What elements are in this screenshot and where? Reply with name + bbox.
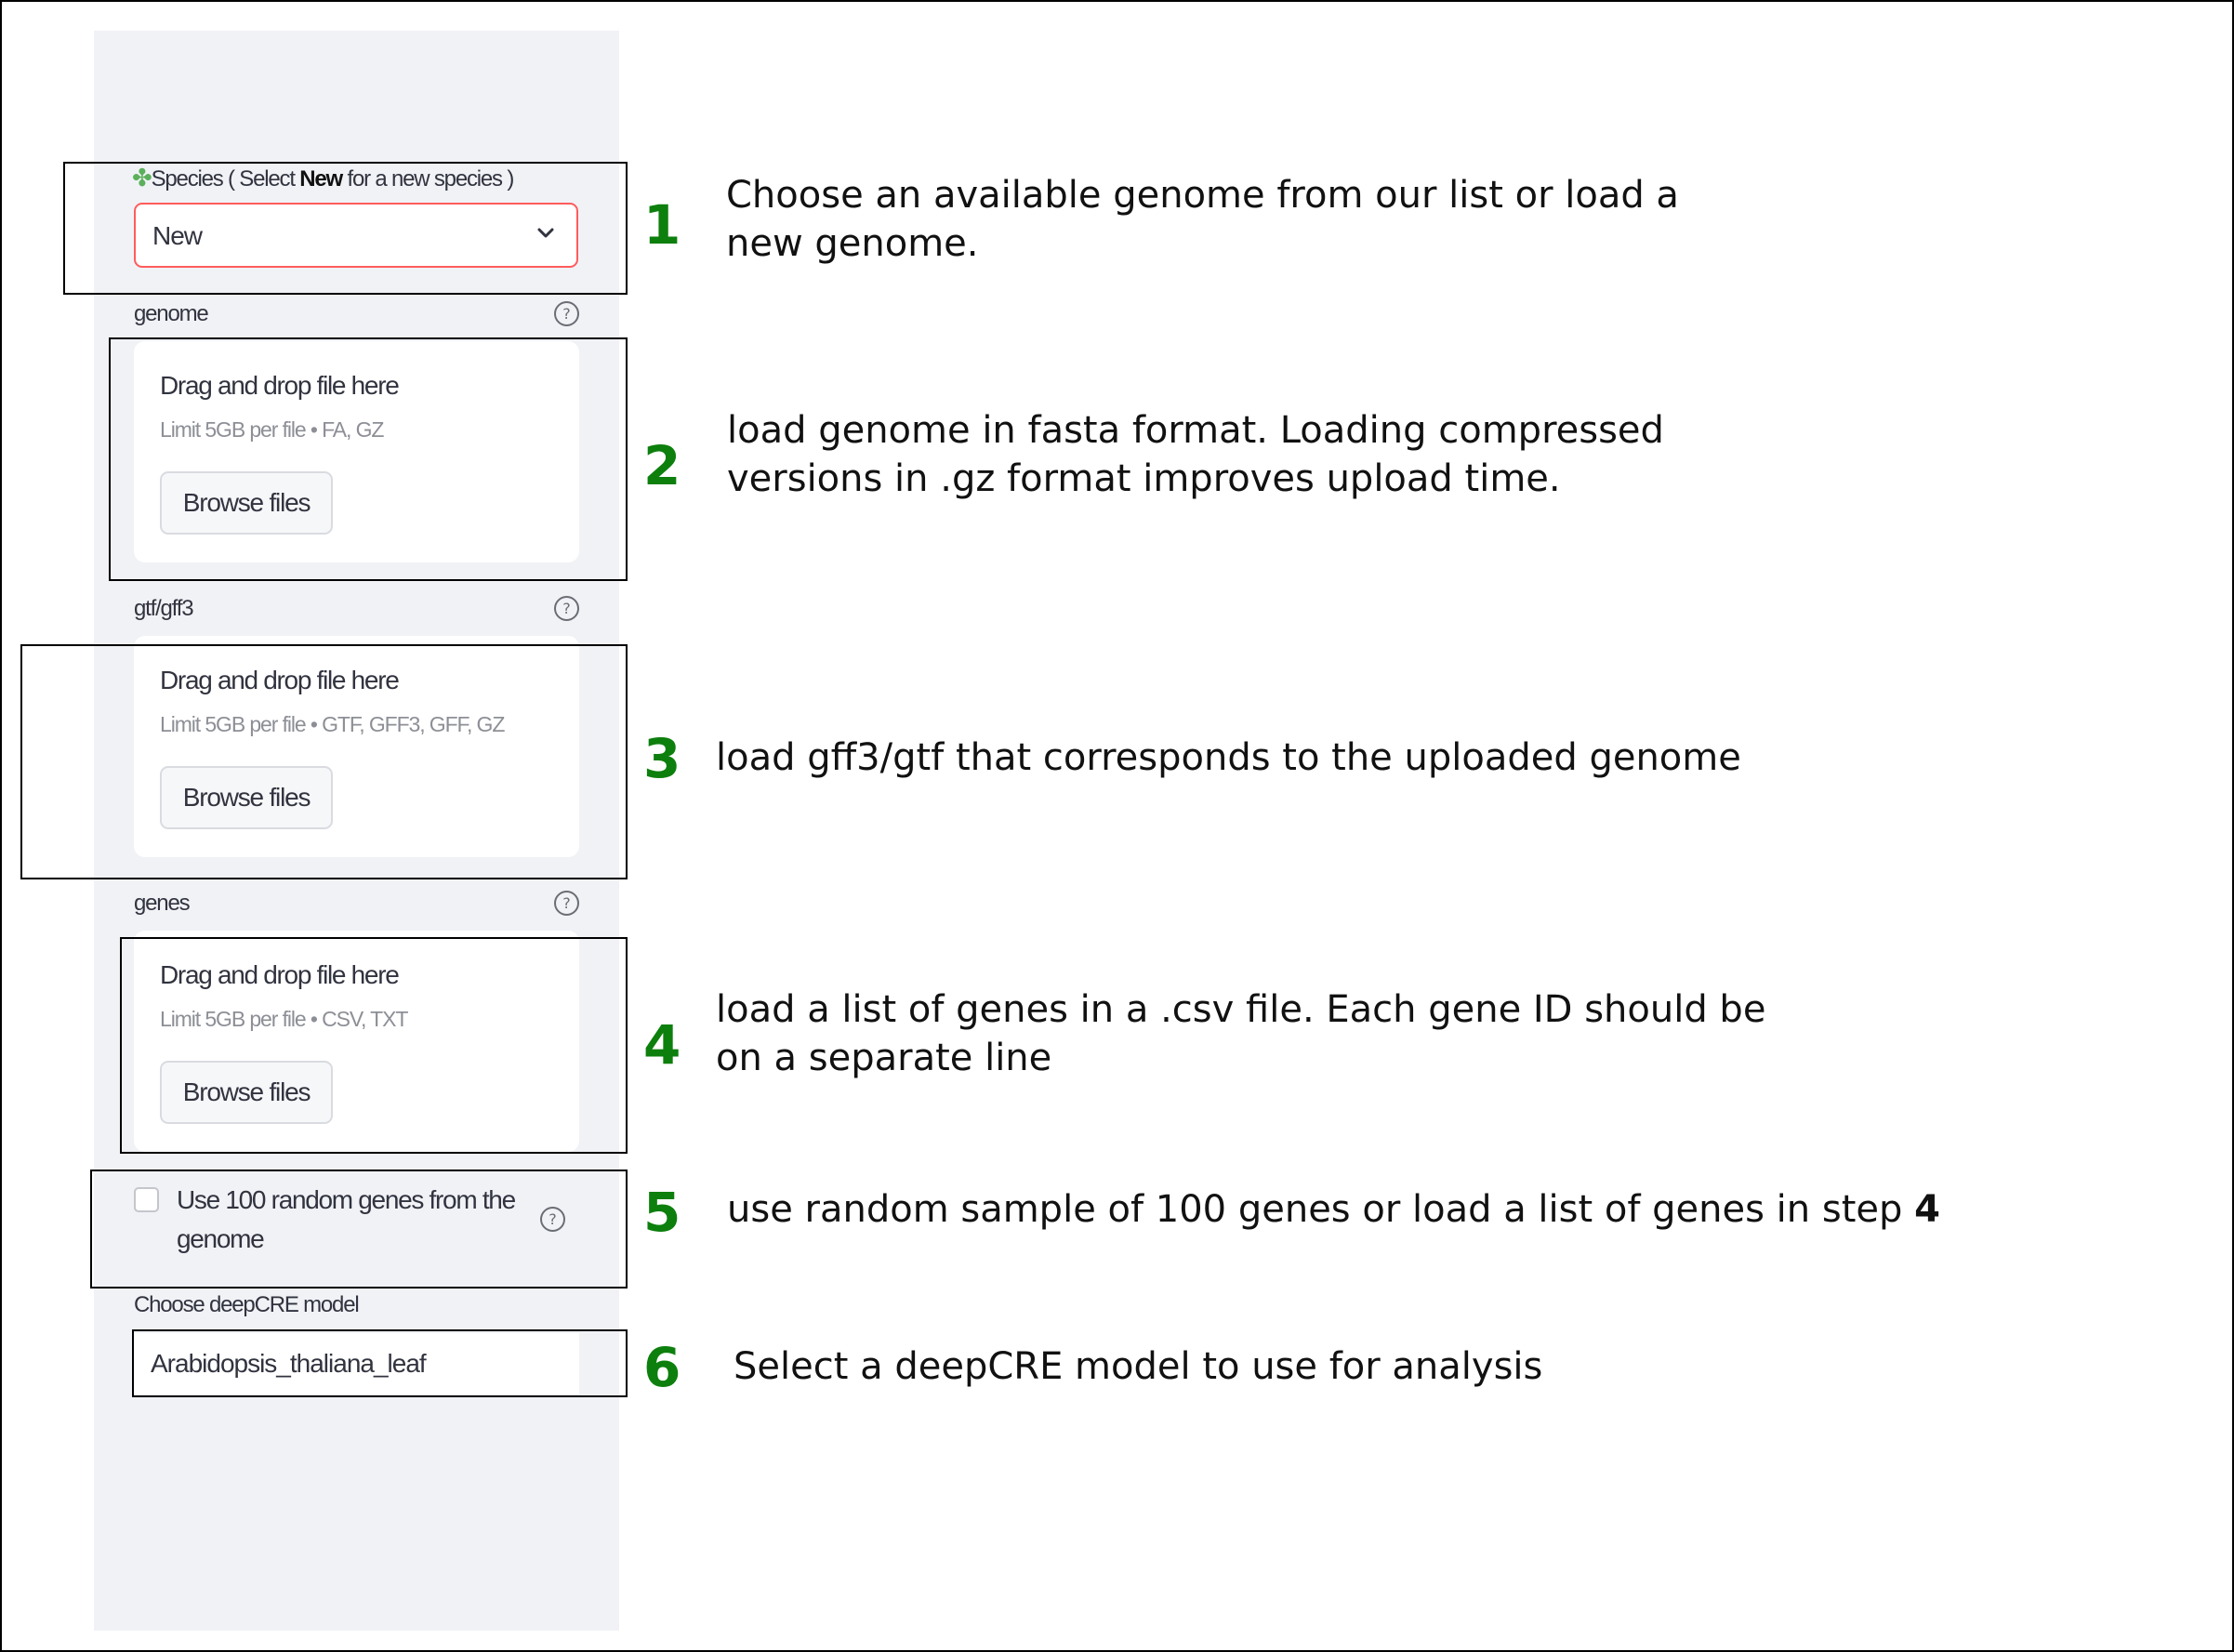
gtf-label: gtf/gff3: [134, 596, 194, 621]
step-number: 1: [643, 193, 681, 257]
step-description: use random sample of 100 genes or load a…: [727, 1188, 1940, 1231]
highlight-box: [120, 937, 628, 1154]
step-description: load gff3/gtf that corresponds to the up…: [716, 736, 1741, 779]
step-number: 5: [643, 1181, 681, 1244]
highlight-box: [63, 162, 628, 295]
highlight-box: [20, 644, 628, 879]
genome-label: genome: [134, 301, 209, 326]
model-label: Choose deepCRE model: [134, 1292, 360, 1317]
step-number: 6: [643, 1336, 681, 1399]
step-description: load genome in fasta format. Loading com…: [727, 409, 1664, 500]
help-icon[interactable]: ?: [554, 301, 579, 326]
help-icon[interactable]: ?: [554, 596, 579, 621]
step-number: 3: [643, 727, 681, 790]
step-description: Choose an available genome from our list…: [726, 174, 1679, 265]
highlight-box: [132, 1329, 628, 1397]
step-description: Select a deepCRE model to use for analys…: [734, 1345, 1543, 1388]
help-icon[interactable]: ?: [554, 891, 579, 916]
step-number: 4: [643, 1013, 681, 1077]
step-description: load a list of genes in a .csv file. Eac…: [716, 988, 1766, 1079]
step-number: 2: [643, 434, 681, 497]
highlight-box: [109, 337, 628, 581]
genes-label: genes: [134, 891, 191, 916]
highlight-box: [90, 1170, 628, 1289]
